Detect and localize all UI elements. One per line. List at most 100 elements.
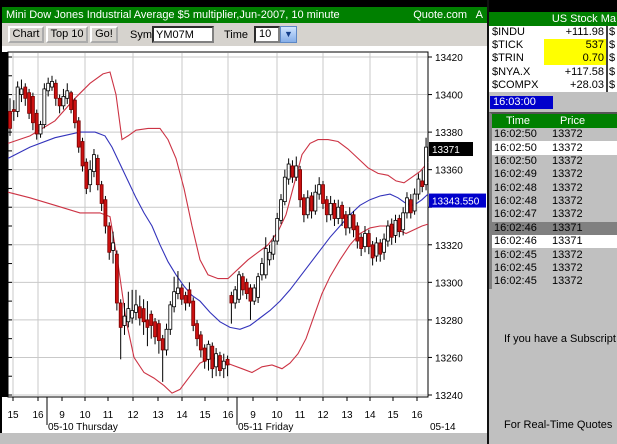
last-update-time: 16:03:00 [490,96,553,109]
trade-row[interactable]: 16:02:4813372 [492,182,617,195]
x-tick-label: 12 [317,410,329,421]
candle-body [379,243,382,254]
candle-body [333,203,336,218]
realtime-message: For Real-Time Quotes [504,419,612,431]
day-label: 05-14 [430,422,456,433]
candle-body [222,361,225,369]
candle-body [184,295,187,303]
candle-body [66,91,69,99]
candle-body [287,164,290,179]
x-tick-label: 10 [271,410,283,421]
candle-body [245,282,248,293]
candle-body [9,111,12,128]
x-tick-label: 14 [364,410,376,421]
time-column-header: Time [506,114,530,128]
candle-body [176,288,179,294]
candle-body [161,339,164,350]
trade-row[interactable]: 16:02:4513372 [492,262,617,275]
candle-body [257,277,260,298]
trade-row[interactable]: 16:02:4713372 [492,208,617,221]
x-tick-label: 11 [295,410,306,421]
candle-body [402,213,405,230]
candle-body [131,311,134,319]
chart-button[interactable]: Chart [8,26,44,43]
quote-row[interactable]: $TRIN0.70$ [489,52,617,65]
candle-body [398,218,401,231]
time-and-sales-table: Time Price 16:02:501337216:02:501337216:… [489,112,617,289]
candle-body [218,356,221,371]
time-and-sales-rows: 16:02:501337216:02:501337216:02:50133721… [492,128,617,289]
quote-list: $INDU+111.98$$TICK537$$TRIN0.70$$NYA.X+1… [489,26,617,92]
candle-body [241,277,244,290]
candle-body [383,239,386,252]
candle-body [142,309,145,322]
price-chart[interactable]: 1342013400133801336013320133001328013260… [2,46,487,433]
candle-body [226,359,229,365]
x-tick-label: 13 [152,410,164,421]
chevron-down-icon[interactable]: ▼ [280,26,297,43]
quote-row[interactable]: $COMPX+28.03$ [489,79,617,92]
candle-body [96,158,99,184]
interval-select-value[interactable]: 10 [254,26,280,43]
subscription-message: If you have a Subscript [504,333,616,345]
top10-button[interactable]: Top 10 [46,26,88,43]
x-tick-label: 12 [127,410,139,421]
quote-row[interactable]: $INDU+111.98$ [489,26,617,39]
day-label: 05-11 Friday [238,422,293,433]
candle-body [43,89,46,125]
x-tick-label: 16 [32,410,44,421]
trade-row[interactable]: 16:02:5013372 [492,141,617,154]
x-tick-label: 15 [199,410,211,421]
candle-body [409,200,412,213]
candle-body [318,185,321,194]
trade-row[interactable]: 16:02:5013372 [492,128,617,141]
trade-row[interactable]: 16:02:5013372 [492,155,617,168]
y-tick-label: 13400 [435,91,463,102]
trade-row[interactable]: 16:02:4813372 [492,195,617,208]
candle-body [54,83,57,98]
candle-body [344,215,347,228]
candle-body [367,234,370,247]
trade-row[interactable]: 16:02:4513372 [492,275,617,288]
candle-body [138,307,141,318]
candle-body [360,237,363,248]
trade-row[interactable]: 16:02:4913372 [492,168,617,181]
candle-body [196,324,199,339]
y-tick-label: 13420 [435,53,463,64]
candle-body [413,194,416,211]
x-tick-label: 13 [341,410,353,421]
candle-body [280,200,283,221]
trade-row[interactable]: 16:02:4613371 [492,235,617,248]
trade-row[interactable]: 16:02:4613371 [492,222,617,235]
candle-body [386,226,389,241]
trade-row[interactable]: 16:02:4513372 [492,248,617,261]
x-tick-label: 11 [103,410,114,421]
candle-body [417,179,420,194]
candle-body [50,81,53,87]
candle-body [337,207,340,218]
candle-body [268,252,271,260]
candle-body [28,93,31,114]
candle-body [12,110,15,112]
candle-body [249,288,252,301]
time-and-sales-header: Time Price [492,114,617,128]
chart-area[interactable]: 1342013400133801336013320133001328013260… [2,46,487,433]
candle-body [20,89,23,95]
candle-body [35,113,38,134]
quote-row[interactable]: $NYA.X+117.58$ [489,66,617,79]
symbol-input[interactable] [152,26,214,43]
candle-body [234,290,237,303]
candle-body [230,295,233,303]
candle-body [375,243,378,256]
candle-body [215,354,218,367]
window-title-bar[interactable]: Mini Dow Jones Industrial Average $5 mul… [2,7,487,23]
y-tick-label: 13380 [435,128,463,139]
x-tick-label: 15 [7,410,19,421]
x-tick-label: 9 [59,410,65,421]
candle-body [363,234,366,247]
quote-row[interactable]: $TICK537$ [489,39,617,52]
candle-body [299,170,302,200]
brand-label: Quote.com [413,7,467,23]
candle-body [77,121,80,147]
go-button[interactable]: Go! [90,26,118,43]
